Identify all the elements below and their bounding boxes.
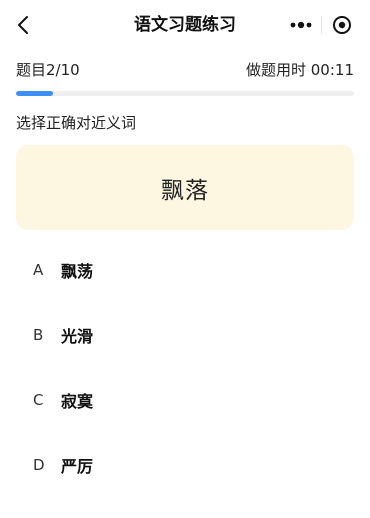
option-a[interactable]: A 飘荡 — [16, 248, 354, 292]
option-c[interactable]: C 寂寞 — [16, 378, 354, 422]
option-letter: C — [33, 391, 44, 409]
question-word-card: 飘落 — [16, 145, 354, 230]
practice-page: 语文习题练习 题目2/10 做题用时 00:11 选择正确对近义词 飘落 A 飘… — [0, 0, 370, 518]
option-d[interactable]: D 严厉 — [16, 443, 354, 487]
question-word: 飘落 — [161, 177, 209, 204]
progress-bar-fill — [16, 91, 54, 96]
option-b[interactable]: B 光滑 — [16, 313, 354, 357]
mini-program-capsule — [281, 10, 361, 40]
option-text: 寂寞 — [61, 392, 94, 411]
nav-bar: 语文习题练习 — [0, 0, 370, 50]
question-instruction: 选择正确对近义词 — [16, 114, 137, 132]
progress-header: 题目2/10 做题用时 00:11 — [16, 58, 354, 80]
option-text: 光滑 — [61, 327, 94, 346]
close-button[interactable] — [322, 10, 361, 40]
option-letter: B — [33, 326, 44, 344]
elapsed-timer: 做题用时 00:11 — [246, 60, 354, 79]
more-button[interactable] — [281, 10, 321, 40]
question-counter: 题目2/10 — [16, 60, 80, 79]
option-text: 严厉 — [61, 457, 94, 476]
option-text: 飘荡 — [61, 262, 94, 281]
progress-bar — [16, 91, 354, 96]
more-dots-icon — [290, 21, 312, 29]
target-close-icon — [332, 16, 351, 34]
option-letter: A — [33, 261, 44, 279]
option-letter: D — [33, 456, 45, 474]
